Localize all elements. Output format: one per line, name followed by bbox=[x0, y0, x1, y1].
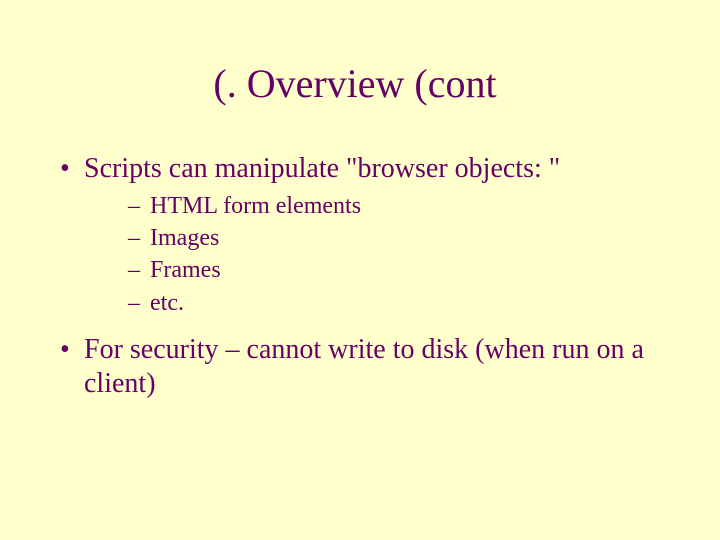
bullet-text: Scripts can manipulate "browser objects:… bbox=[84, 153, 560, 184]
sub-item: HTML form elements bbox=[84, 190, 660, 222]
sub-item: Frames bbox=[84, 254, 660, 286]
bullet-item: Scripts can manipulate "browser objects:… bbox=[50, 152, 660, 319]
bullet-item: For security – cannot write to disk (whe… bbox=[50, 333, 660, 400]
sub-list: HTML form elements Images Frames etc. bbox=[84, 190, 660, 320]
sub-item: Images bbox=[84, 222, 660, 254]
sub-item: etc. bbox=[84, 287, 660, 319]
bullet-text: For security – cannot write to disk (whe… bbox=[84, 334, 644, 399]
bullet-list: Scripts can manipulate "browser objects:… bbox=[50, 152, 660, 400]
slide-title: (. Overview (cont bbox=[50, 60, 660, 107]
slide: (. Overview (cont Scripts can manipulate… bbox=[0, 0, 720, 540]
